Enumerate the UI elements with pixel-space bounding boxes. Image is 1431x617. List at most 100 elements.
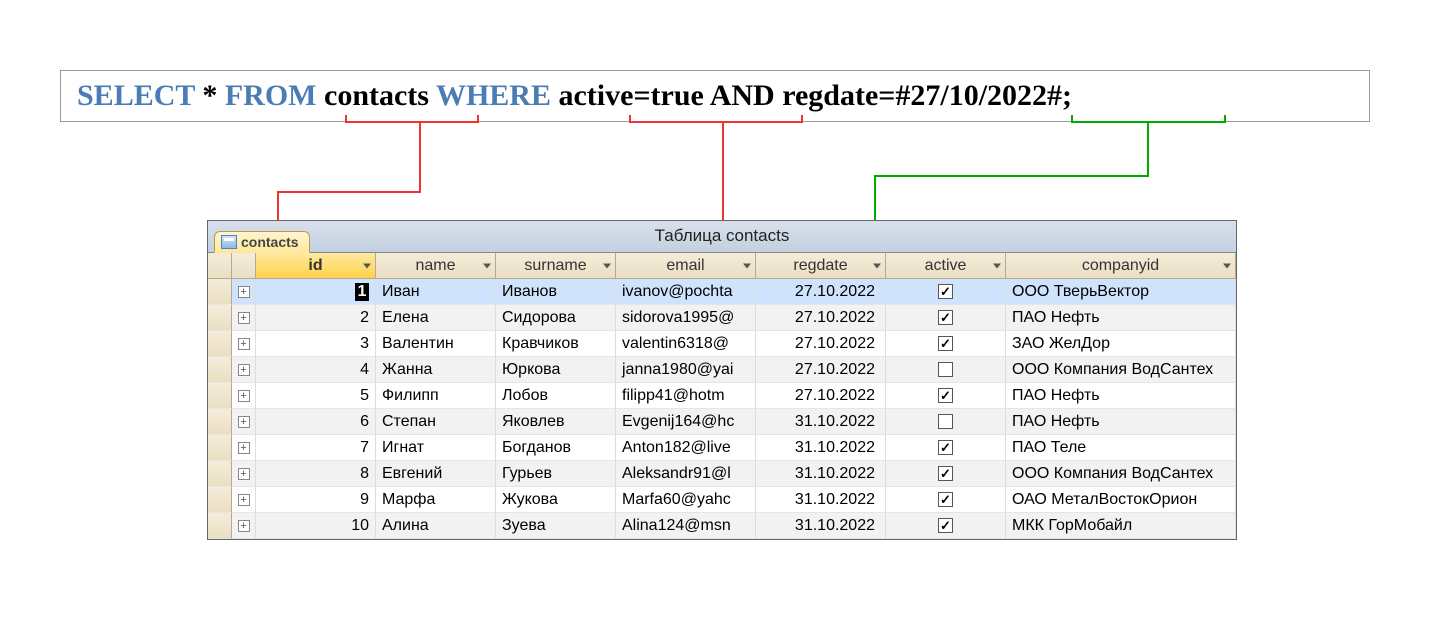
cell-surname[interactable]: Иванов	[496, 279, 616, 305]
cell-id[interactable]: 4	[256, 357, 376, 383]
cell-name[interactable]: Елена	[376, 305, 496, 331]
cell-email[interactable]: Evgenij164@hc	[616, 409, 756, 435]
cell-name[interactable]: Евгений	[376, 461, 496, 487]
cell-companyid[interactable]: ООО ТверьВектор	[1006, 279, 1236, 305]
row-selector[interactable]	[208, 461, 232, 487]
cell-email[interactable]: filipp41@hotm	[616, 383, 756, 409]
cell-surname[interactable]: Яковлев	[496, 409, 616, 435]
cell-name[interactable]: Иван	[376, 279, 496, 305]
checkbox[interactable]	[938, 362, 953, 377]
expand-toggle[interactable]: +	[232, 435, 256, 461]
cell-id[interactable]: 7	[256, 435, 376, 461]
checkbox[interactable]: ✓	[938, 336, 953, 351]
cell-active[interactable]	[886, 357, 1006, 383]
cell-companyid[interactable]: МКК ГорМобайл	[1006, 513, 1236, 539]
cell-regdate[interactable]: 27.10.2022	[756, 305, 886, 331]
expand-toggle[interactable]: +	[232, 305, 256, 331]
cell-surname[interactable]: Гурьев	[496, 461, 616, 487]
cell-regdate[interactable]: 27.10.2022	[756, 279, 886, 305]
col-header-active[interactable]: active	[886, 253, 1006, 279]
cell-regdate[interactable]: 27.10.2022	[756, 383, 886, 409]
cell-id[interactable]: 6	[256, 409, 376, 435]
cell-name[interactable]: Степан	[376, 409, 496, 435]
row-selector[interactable]	[208, 383, 232, 409]
cell-active[interactable]: ✓	[886, 461, 1006, 487]
cell-regdate[interactable]: 31.10.2022	[756, 513, 886, 539]
expand-toggle[interactable]: +	[232, 357, 256, 383]
cell-regdate[interactable]: 31.10.2022	[756, 487, 886, 513]
checkbox[interactable]: ✓	[938, 518, 953, 533]
cell-companyid[interactable]: ООО Компания ВодСантех	[1006, 357, 1236, 383]
cell-email[interactable]: valentin6318@	[616, 331, 756, 357]
row-selector[interactable]	[208, 409, 232, 435]
cell-email[interactable]: Alina124@msn	[616, 513, 756, 539]
cell-id[interactable]: 1	[256, 279, 376, 305]
row-selector[interactable]	[208, 331, 232, 357]
cell-regdate[interactable]: 27.10.2022	[756, 331, 886, 357]
cell-companyid[interactable]: ООО Компания ВодСантех	[1006, 461, 1236, 487]
expand-toggle[interactable]: +	[232, 461, 256, 487]
data-grid[interactable]: idnamesurnameemailregdateactivecompanyid…	[208, 253, 1236, 539]
cell-companyid[interactable]: ЗАО ЖелДор	[1006, 331, 1236, 357]
cell-active[interactable]: ✓	[886, 513, 1006, 539]
col-header-id[interactable]: id	[256, 253, 376, 279]
cell-companyid[interactable]: ОАО МеталВостокОрион	[1006, 487, 1236, 513]
row-selector[interactable]	[208, 513, 232, 539]
cell-name[interactable]: Игнат	[376, 435, 496, 461]
cell-id[interactable]: 3	[256, 331, 376, 357]
checkbox[interactable]: ✓	[938, 284, 953, 299]
dropdown-icon[interactable]	[363, 263, 371, 268]
cell-id[interactable]: 9	[256, 487, 376, 513]
expand-toggle[interactable]: +	[232, 513, 256, 539]
cell-email[interactable]: Anton182@live	[616, 435, 756, 461]
cell-companyid[interactable]: ПАО Нефть	[1006, 383, 1236, 409]
cell-active[interactable]: ✓	[886, 487, 1006, 513]
cell-surname[interactable]: Жукова	[496, 487, 616, 513]
cell-id[interactable]: 2	[256, 305, 376, 331]
checkbox[interactable]: ✓	[938, 388, 953, 403]
dropdown-icon[interactable]	[603, 263, 611, 268]
cell-surname[interactable]: Сидорова	[496, 305, 616, 331]
dropdown-icon[interactable]	[993, 263, 1001, 268]
cell-email[interactable]: Aleksandr91@l	[616, 461, 756, 487]
cell-id[interactable]: 5	[256, 383, 376, 409]
cell-name[interactable]: Алина	[376, 513, 496, 539]
cell-companyid[interactable]: ПАО Нефть	[1006, 305, 1236, 331]
cell-name[interactable]: Филипп	[376, 383, 496, 409]
dropdown-icon[interactable]	[873, 263, 881, 268]
dropdown-icon[interactable]	[743, 263, 751, 268]
cell-surname[interactable]: Кравчиков	[496, 331, 616, 357]
cell-regdate[interactable]: 31.10.2022	[756, 461, 886, 487]
cell-companyid[interactable]: ПАО Теле	[1006, 435, 1236, 461]
cell-email[interactable]: sidorova1995@	[616, 305, 756, 331]
cell-active[interactable]: ✓	[886, 435, 1006, 461]
col-header-surname[interactable]: surname	[496, 253, 616, 279]
cell-email[interactable]: ivanov@pochta	[616, 279, 756, 305]
checkbox[interactable]: ✓	[938, 310, 953, 325]
expand-toggle[interactable]: +	[232, 409, 256, 435]
cell-active[interactable]: ✓	[886, 305, 1006, 331]
expand-toggle[interactable]: +	[232, 279, 256, 305]
cell-companyid[interactable]: ПАО Нефть	[1006, 409, 1236, 435]
cell-active[interactable]: ✓	[886, 383, 1006, 409]
checkbox[interactable]: ✓	[938, 466, 953, 481]
checkbox[interactable]	[938, 414, 953, 429]
col-header-regdate[interactable]: regdate	[756, 253, 886, 279]
cell-surname[interactable]: Богданов	[496, 435, 616, 461]
checkbox[interactable]: ✓	[938, 492, 953, 507]
cell-regdate[interactable]: 31.10.2022	[756, 409, 886, 435]
cell-name[interactable]: Валентин	[376, 331, 496, 357]
row-selector[interactable]	[208, 357, 232, 383]
cell-regdate[interactable]: 27.10.2022	[756, 357, 886, 383]
cell-surname[interactable]: Юркова	[496, 357, 616, 383]
dropdown-icon[interactable]	[483, 263, 491, 268]
cell-active[interactable]: ✓	[886, 331, 1006, 357]
expand-toggle[interactable]: +	[232, 383, 256, 409]
expand-toggle[interactable]: +	[232, 331, 256, 357]
cell-email[interactable]: Marfa60@yahc	[616, 487, 756, 513]
col-header-name[interactable]: name	[376, 253, 496, 279]
cell-active[interactable]: ✓	[886, 279, 1006, 305]
expand-toggle[interactable]: +	[232, 487, 256, 513]
cell-surname[interactable]: Лобов	[496, 383, 616, 409]
cell-email[interactable]: janna1980@yai	[616, 357, 756, 383]
